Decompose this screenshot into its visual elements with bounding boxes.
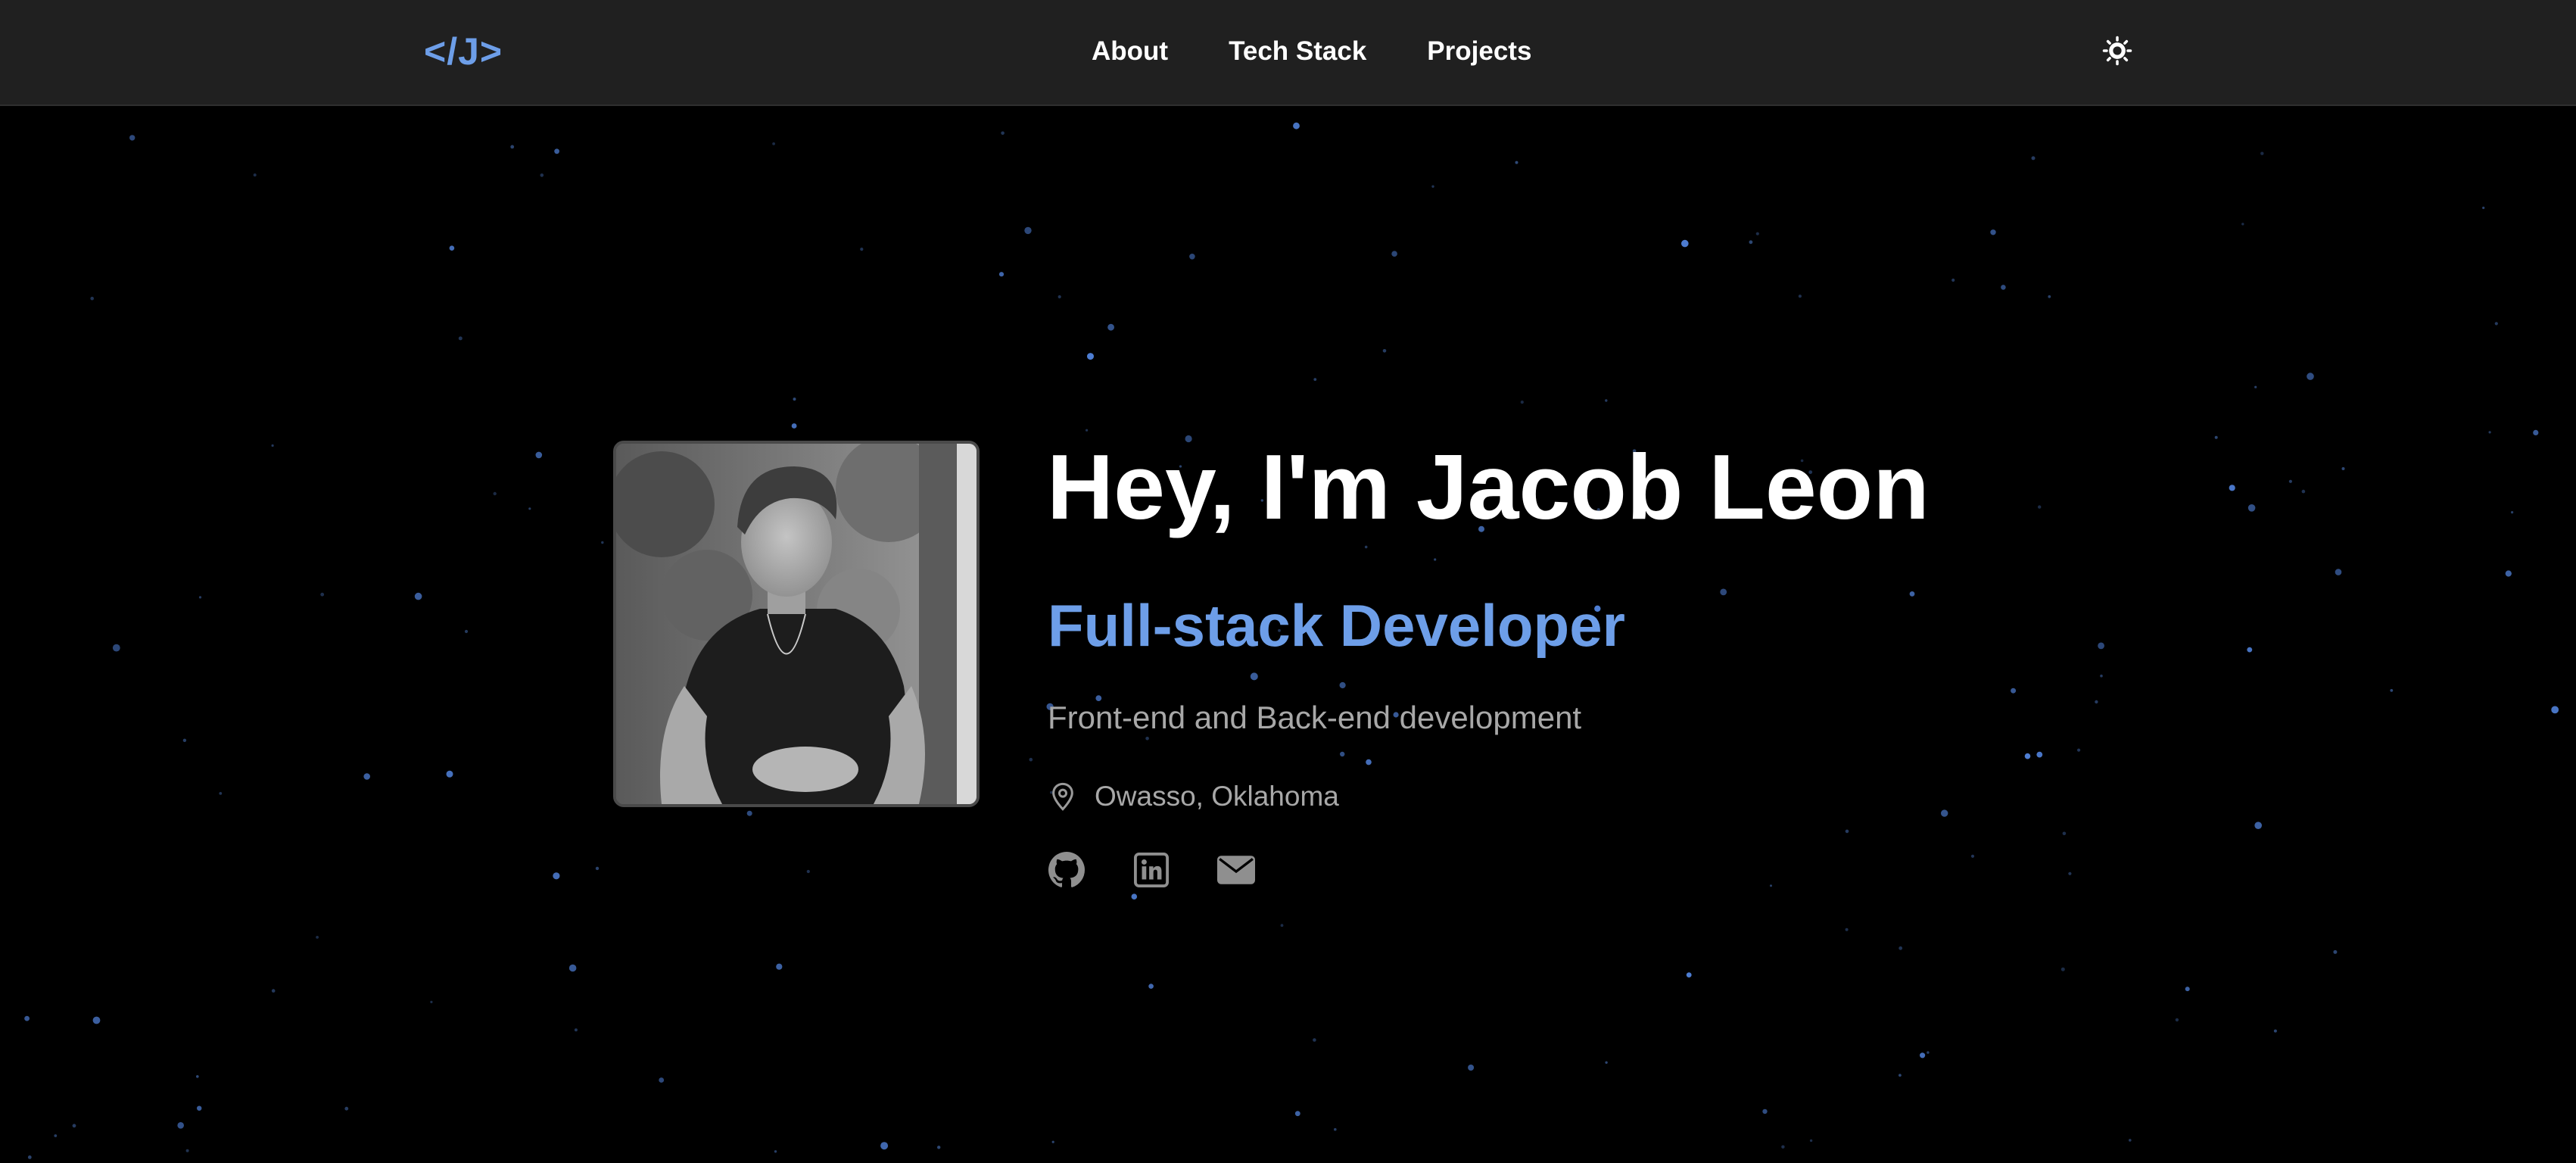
hero-description: Front-end and Back-end development: [1048, 700, 1582, 735]
navbar: </J> About Tech Stack Projects: [0, 0, 2576, 106]
hero-role: Full-stack Developer: [1048, 592, 1625, 659]
location: Owasso, Oklahoma: [1048, 777, 1339, 816]
email-link[interactable]: [1217, 851, 1255, 889]
nav-link-tech-stack[interactable]: Tech Stack: [1229, 33, 1366, 70]
logo-link[interactable]: </J>: [424, 29, 503, 74]
sun-icon: [2102, 36, 2132, 66]
linkedin-icon: [1134, 853, 1169, 887]
github-icon: [1048, 852, 1085, 887]
nav-link-about[interactable]: About: [1092, 33, 1168, 70]
email-icon: [1217, 856, 1255, 884]
hero-section: Hey, I'm Jacob Leon Full-stack Developer…: [0, 0, 2576, 1163]
social-links: [1048, 851, 1255, 889]
profile-photo: [613, 441, 980, 807]
location-text: Owasso, Oklahoma: [1095, 781, 1339, 812]
hero-title: Hey, I'm Jacob Leon: [1047, 435, 1930, 538]
nav-links: About Tech Stack Projects: [1092, 33, 1531, 70]
linkedin-link[interactable]: [1132, 851, 1170, 889]
nav-link-projects[interactable]: Projects: [1427, 33, 1531, 70]
page: </J> About Tech Stack Projects Hey, I'm …: [0, 0, 2576, 1163]
map-pin-icon: [1052, 782, 1073, 811]
theme-toggle-button[interactable]: [2100, 33, 2135, 68]
github-link[interactable]: [1048, 851, 1086, 889]
